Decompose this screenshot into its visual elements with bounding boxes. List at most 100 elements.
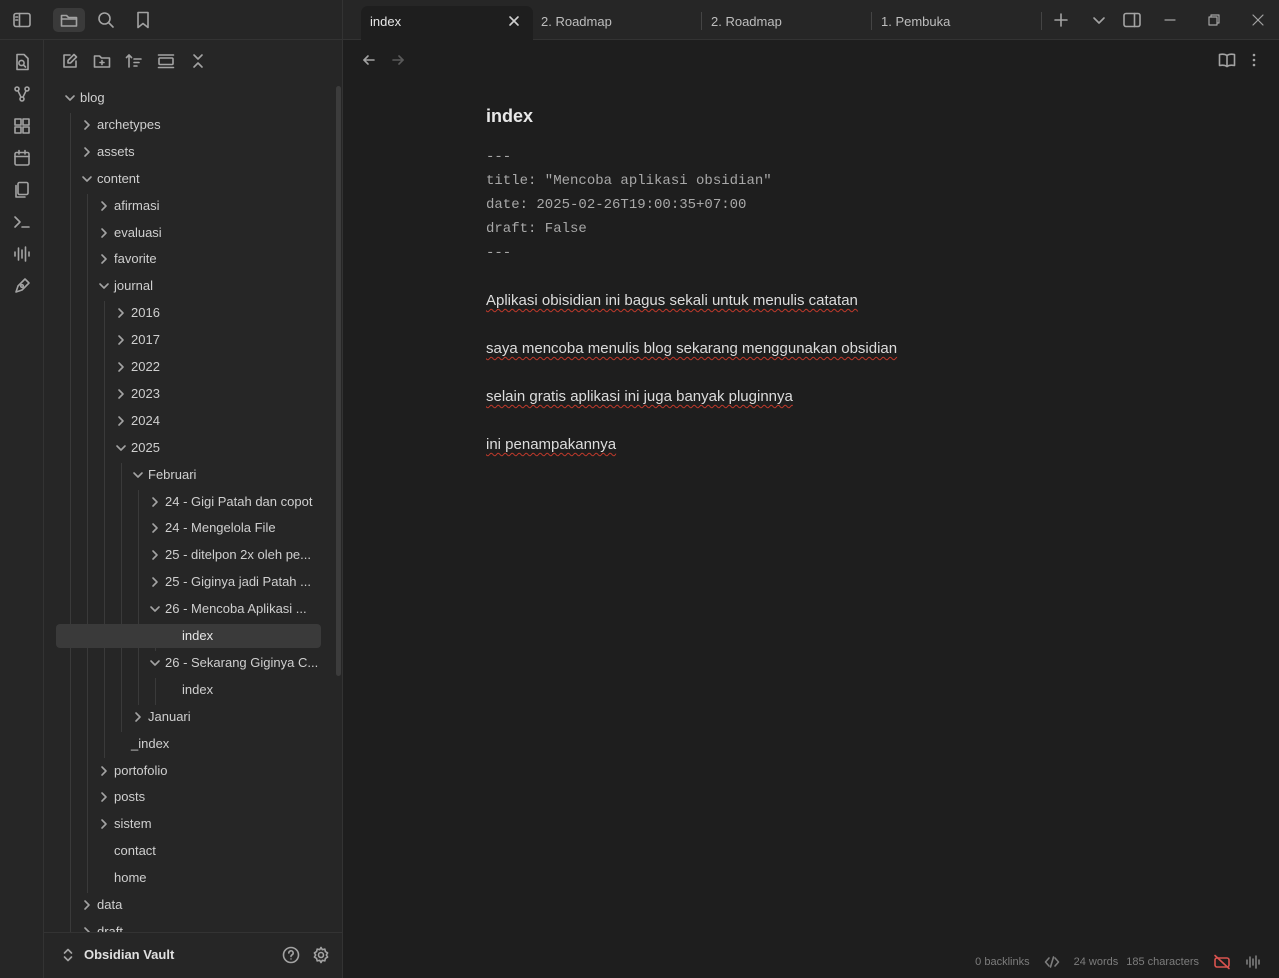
tree-folder-favorite[interactable]: favorite [56, 247, 321, 271]
chevron-right-icon[interactable] [115, 307, 127, 319]
chevron-right-icon[interactable] [81, 899, 93, 911]
chevron-right-icon[interactable] [98, 765, 110, 777]
chevron-right-icon[interactable] [149, 576, 161, 588]
tree-folder-2024[interactable]: 2024 [56, 409, 321, 433]
tree-file-index[interactable]: _index [56, 732, 321, 756]
terminal-icon[interactable] [12, 212, 32, 232]
tree-file-contact[interactable]: contact [56, 839, 321, 863]
tree-file-home[interactable]: home [56, 866, 321, 890]
tree-folder-assets[interactable]: assets [56, 140, 321, 164]
chevron-down-icon[interactable] [149, 657, 161, 669]
sort-icon[interactable] [122, 52, 146, 70]
close-icon[interactable] [508, 15, 520, 27]
chevron-right-icon[interactable] [115, 388, 127, 400]
chevron-down-icon[interactable] [132, 469, 144, 481]
tree-folder-2022[interactable]: 2022 [56, 355, 321, 379]
search-icon[interactable] [90, 8, 122, 32]
tree-folder-25-giginya-jadi-patah[interactable]: 25 - Giginya jadi Patah ... [56, 570, 321, 594]
tree-folder-archetypes[interactable]: archetypes [56, 113, 321, 137]
tree-folder-posts[interactable]: posts [56, 785, 321, 809]
chevron-right-icon[interactable] [115, 334, 127, 346]
file-tree-scrollbar[interactable] [336, 86, 341, 676]
tree-folder-2025[interactable]: 2025 [56, 436, 321, 460]
tab-pembuka[interactable]: 1. Pembuka [881, 6, 1041, 40]
tree-file-index[interactable]: index [56, 678, 321, 702]
new-folder-icon[interactable] [90, 52, 114, 70]
chevron-right-icon[interactable] [98, 818, 110, 830]
minimize-icon[interactable] [1162, 12, 1178, 28]
chevron-right-icon[interactable] [81, 146, 93, 158]
tree-folder-portofolio[interactable]: portofolio [56, 759, 321, 783]
vault-name[interactable]: Obsidian Vault [84, 947, 174, 962]
chevron-right-icon[interactable] [149, 496, 161, 508]
tree-folder-content[interactable]: content [56, 167, 321, 191]
chevron-right-icon[interactable] [98, 253, 110, 265]
tree-folder-2023[interactable]: 2023 [56, 382, 321, 406]
templates-icon[interactable] [12, 180, 32, 200]
chevron-down-icon[interactable] [81, 173, 93, 185]
tree-folder-blog[interactable]: blog [56, 86, 321, 110]
audio-wave-icon[interactable] [1245, 955, 1261, 969]
tree-folder-journal[interactable]: journal [56, 274, 321, 298]
forward-arrow-icon[interactable] [390, 52, 406, 68]
chevron-down-icon[interactable] [64, 92, 76, 104]
chevron-right-icon[interactable] [98, 200, 110, 212]
tree-folder-26-mencoba-aplikasi[interactable]: 26 - Mencoba Aplikasi ... [56, 597, 321, 621]
canvas-icon[interactable] [12, 116, 32, 136]
tree-folder-24-mengelola-file[interactable]: 24 - Mengelola File [56, 516, 321, 540]
tree-folder-februari[interactable]: Februari [56, 463, 321, 487]
tree-folder-26-sekarang-giginya-c[interactable]: 26 - Sekarang Giginya C... [56, 651, 321, 675]
chevron-right-icon[interactable] [132, 711, 144, 723]
tab-index[interactable]: index [361, 6, 533, 40]
chevron-right-icon[interactable] [98, 791, 110, 803]
graph-icon[interactable] [12, 84, 32, 104]
tree-folder-data[interactable]: data [56, 893, 321, 917]
close-all-icon[interactable] [186, 52, 210, 70]
chevron-right-icon[interactable] [98, 227, 110, 239]
tree-folder-evaluasi[interactable]: evaluasi [56, 221, 321, 245]
calendar-icon[interactable] [12, 148, 32, 168]
chevron-down-icon[interactable] [98, 280, 110, 292]
restore-icon[interactable] [1206, 12, 1222, 28]
chevron-right-icon[interactable] [81, 119, 93, 131]
sync-disabled-icon[interactable] [1213, 954, 1231, 970]
tab-list-chevron-down-icon[interactable] [1091, 12, 1107, 28]
chevron-right-icon[interactable] [149, 549, 161, 561]
backlinks-count[interactable]: 0 backlinks [975, 956, 1029, 968]
bookmark-icon[interactable] [127, 8, 159, 32]
tab-roadmap-1[interactable]: 2. Roadmap [541, 6, 701, 40]
note-title[interactable]: index [486, 106, 1086, 127]
tree-folder-januari[interactable]: Januari [56, 705, 321, 729]
note-body[interactable]: index --- title: "Mencoba aplikasi obsid… [486, 106, 1086, 457]
right-sidebar-toggle-icon[interactable] [1123, 12, 1141, 28]
chevron-down-icon[interactable] [115, 442, 127, 454]
tab-roadmap-2[interactable]: 2. Roadmap [711, 6, 871, 40]
tree-folder-25-ditelpon-2x-oleh-pe[interactable]: 25 - ditelpon 2x oleh pe... [56, 543, 321, 567]
tree-file-index[interactable]: index [56, 624, 321, 648]
tree-folder-2016[interactable]: 2016 [56, 301, 321, 325]
more-options-icon[interactable] [1246, 52, 1262, 68]
tree-folder-sistem[interactable]: sistem [56, 812, 321, 836]
quick-switcher-icon[interactable] [12, 52, 32, 72]
back-arrow-icon[interactable] [361, 52, 377, 68]
publish-icon[interactable] [12, 276, 32, 296]
reading-view-book-icon[interactable] [1218, 52, 1236, 68]
sidebar-toggle-icon[interactable] [6, 8, 38, 32]
chevron-down-icon[interactable] [149, 603, 161, 615]
new-tab-icon[interactable] [1053, 12, 1069, 28]
help-icon[interactable] [282, 946, 300, 964]
chevron-right-icon[interactable] [115, 415, 127, 427]
code-icon[interactable] [1044, 955, 1060, 969]
folder-icon[interactable] [53, 8, 85, 32]
vault-switch-icon[interactable] [62, 947, 74, 963]
new-note-icon[interactable] [58, 52, 82, 70]
tree-folder-24-gigi-patah-dan-copot[interactable]: 24 - Gigi Patah dan copot [56, 490, 321, 514]
tree-folder-2017[interactable]: 2017 [56, 328, 321, 352]
window-close-icon[interactable] [1250, 12, 1266, 28]
settings-icon[interactable] [312, 946, 330, 964]
chevron-right-icon[interactable] [149, 522, 161, 534]
tree-folder-afirmasi[interactable]: afirmasi [56, 194, 321, 218]
chevron-right-icon[interactable] [115, 361, 127, 373]
audio-recorder-icon[interactable] [12, 244, 32, 264]
collapse-icon[interactable] [154, 52, 178, 70]
